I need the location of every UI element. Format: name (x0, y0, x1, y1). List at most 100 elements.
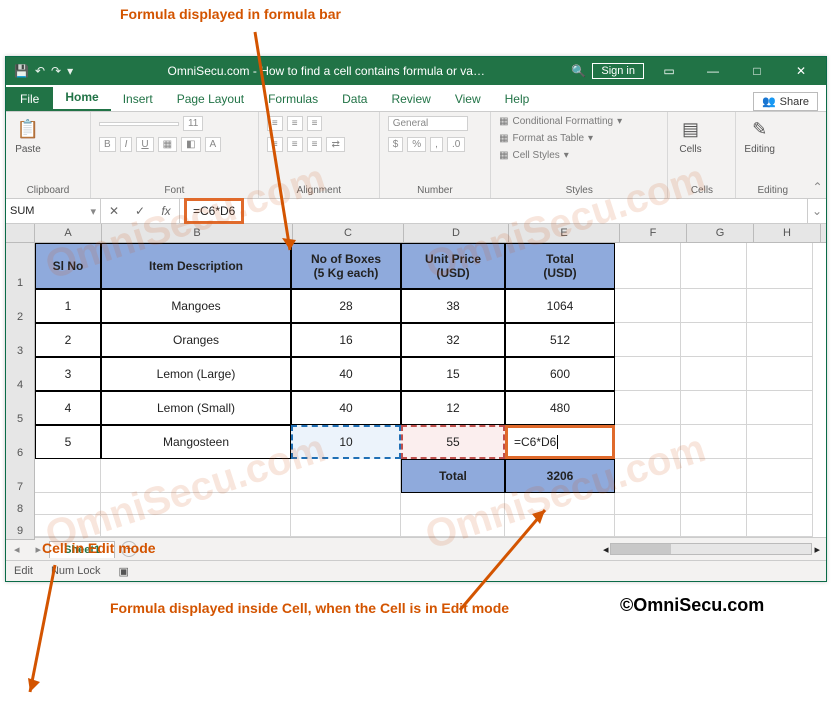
cell-F8[interactable] (615, 493, 681, 515)
cell-E6-editing[interactable]: =C6*D6 (505, 425, 615, 459)
row-header-1[interactable]: 1 (6, 243, 35, 292)
cell-H1[interactable] (747, 243, 813, 289)
select-all-corner[interactable] (6, 224, 35, 242)
comma-button[interactable]: , (430, 137, 443, 152)
sign-in-button[interactable]: Sign in (592, 63, 644, 79)
currency-button[interactable]: $ (388, 137, 404, 152)
percent-button[interactable]: % (407, 137, 426, 152)
tab-page-layout[interactable]: Page Layout (165, 87, 256, 111)
cell-E5[interactable]: 480 (505, 391, 615, 425)
cell-E7[interactable]: 3206 (505, 459, 615, 493)
name-box[interactable]: SUM▾ (6, 199, 101, 223)
cell-D2[interactable]: 38 (401, 289, 505, 323)
cells-button[interactable]: ▤Cells (676, 116, 704, 155)
tab-file[interactable]: File (6, 87, 53, 111)
cell-C7[interactable] (291, 459, 401, 493)
cell-D1[interactable]: Unit Price(USD) (401, 243, 505, 289)
cell-G7[interactable] (681, 459, 747, 493)
bold-button[interactable]: B (99, 137, 116, 152)
cell-A2[interactable]: 1 (35, 289, 101, 323)
cell-D4[interactable]: 15 (401, 357, 505, 391)
expand-formula-bar-icon[interactable]: ⌄ (807, 199, 826, 223)
cell-E9[interactable] (505, 515, 615, 537)
row-header-5[interactable]: 5 (6, 391, 35, 428)
search-icon[interactable]: 🔍 (571, 64, 586, 78)
tab-review[interactable]: Review (379, 87, 442, 111)
cell-D6[interactable]: 55 (401, 425, 505, 459)
cell-D8[interactable] (401, 493, 505, 515)
cell-B5[interactable]: Lemon (Small) (101, 391, 291, 425)
cell-G1[interactable] (681, 243, 747, 289)
cell-H4[interactable] (747, 357, 813, 391)
underline-button[interactable]: U (136, 137, 153, 152)
qat-dropdown-icon[interactable]: ▾ (67, 64, 73, 78)
editing-button[interactable]: ✎Editing (744, 116, 775, 155)
scroll-track[interactable] (610, 543, 812, 555)
row-header-4[interactable]: 4 (6, 357, 35, 394)
cell-F9[interactable] (615, 515, 681, 537)
cell-H6[interactable] (747, 425, 813, 459)
save-icon[interactable]: 💾 (14, 64, 29, 78)
cell-C4[interactable]: 40 (291, 357, 401, 391)
cell-E8[interactable] (505, 493, 615, 515)
cell-F1[interactable] (615, 243, 681, 289)
cell-A9[interactable] (35, 515, 101, 537)
cancel-formula-button[interactable]: ✕ (101, 204, 127, 218)
minimize-button[interactable]: — (694, 64, 732, 78)
worksheet-grid[interactable]: A B C D E F G H 1 Sl No Item Description… (6, 224, 826, 537)
cell-E4[interactable]: 600 (505, 357, 615, 391)
undo-icon[interactable]: ↶ (35, 64, 45, 78)
cell-G5[interactable] (681, 391, 747, 425)
align-top-button[interactable]: ≡ (267, 116, 283, 131)
cell-A6[interactable]: 5 (35, 425, 101, 459)
cell-F3[interactable] (615, 323, 681, 357)
font-color-button[interactable]: A (205, 137, 222, 152)
cell-B2[interactable]: Mangoes (101, 289, 291, 323)
cell-G9[interactable] (681, 515, 747, 537)
enter-formula-button[interactable]: ✓ (127, 204, 153, 218)
sheet-nav-prev-icon[interactable]: ◂ (6, 543, 28, 556)
cell-E3[interactable]: 512 (505, 323, 615, 357)
cell-D3[interactable]: 32 (401, 323, 505, 357)
cell-D5[interactable]: 12 (401, 391, 505, 425)
column-header-G[interactable]: G (687, 224, 754, 242)
row-header-7[interactable]: 7 (6, 459, 35, 496)
cell-G2[interactable] (681, 289, 747, 323)
cell-F7[interactable] (615, 459, 681, 493)
cell-H8[interactable] (747, 493, 813, 515)
cell-H7[interactable] (747, 459, 813, 493)
align-left-button[interactable]: ≡ (267, 137, 283, 152)
collapse-ribbon-icon[interactable]: ⌃ (809, 112, 826, 198)
row-header-3[interactable]: 3 (6, 323, 35, 360)
font-size-box[interactable]: 11 (183, 116, 203, 131)
cell-A3[interactable]: 2 (35, 323, 101, 357)
column-header-C[interactable]: C (293, 224, 404, 242)
scroll-right-icon[interactable]: ▸ (814, 543, 820, 556)
ribbon-display-icon[interactable]: ▭ (650, 64, 688, 78)
tab-view[interactable]: View (443, 87, 493, 111)
number-format-select[interactable]: General (388, 116, 468, 131)
tab-help[interactable]: Help (493, 87, 542, 111)
horizontal-scrollbar[interactable]: ◂ ▸ (603, 543, 826, 556)
cell-A7[interactable] (35, 459, 101, 493)
row-header-2[interactable]: 2 (6, 289, 35, 326)
cell-A4[interactable]: 3 (35, 357, 101, 391)
scroll-thumb[interactable] (611, 544, 671, 554)
cell-H2[interactable] (747, 289, 813, 323)
tab-data[interactable]: Data (330, 87, 379, 111)
cell-E2[interactable]: 1064 (505, 289, 615, 323)
merge-button[interactable]: ⇄ (326, 137, 344, 152)
share-button[interactable]: 👥Share (753, 92, 818, 111)
row-header-6[interactable]: 6 (6, 425, 35, 462)
cell-G8[interactable] (681, 493, 747, 515)
cell-H9[interactable] (747, 515, 813, 537)
border-button[interactable]: ▦ (158, 137, 177, 152)
column-header-E[interactable]: E (509, 224, 620, 242)
name-box-dropdown-icon[interactable]: ▾ (90, 205, 96, 218)
decrease-decimal-button[interactable]: .0 (447, 137, 465, 152)
column-header-F[interactable]: F (620, 224, 687, 242)
align-bottom-button[interactable]: ≡ (307, 116, 323, 131)
cell-A8[interactable] (35, 493, 101, 515)
paste-button[interactable]: 📋Paste (14, 116, 42, 155)
formula-input[interactable]: =C6*D6 (180, 199, 807, 223)
